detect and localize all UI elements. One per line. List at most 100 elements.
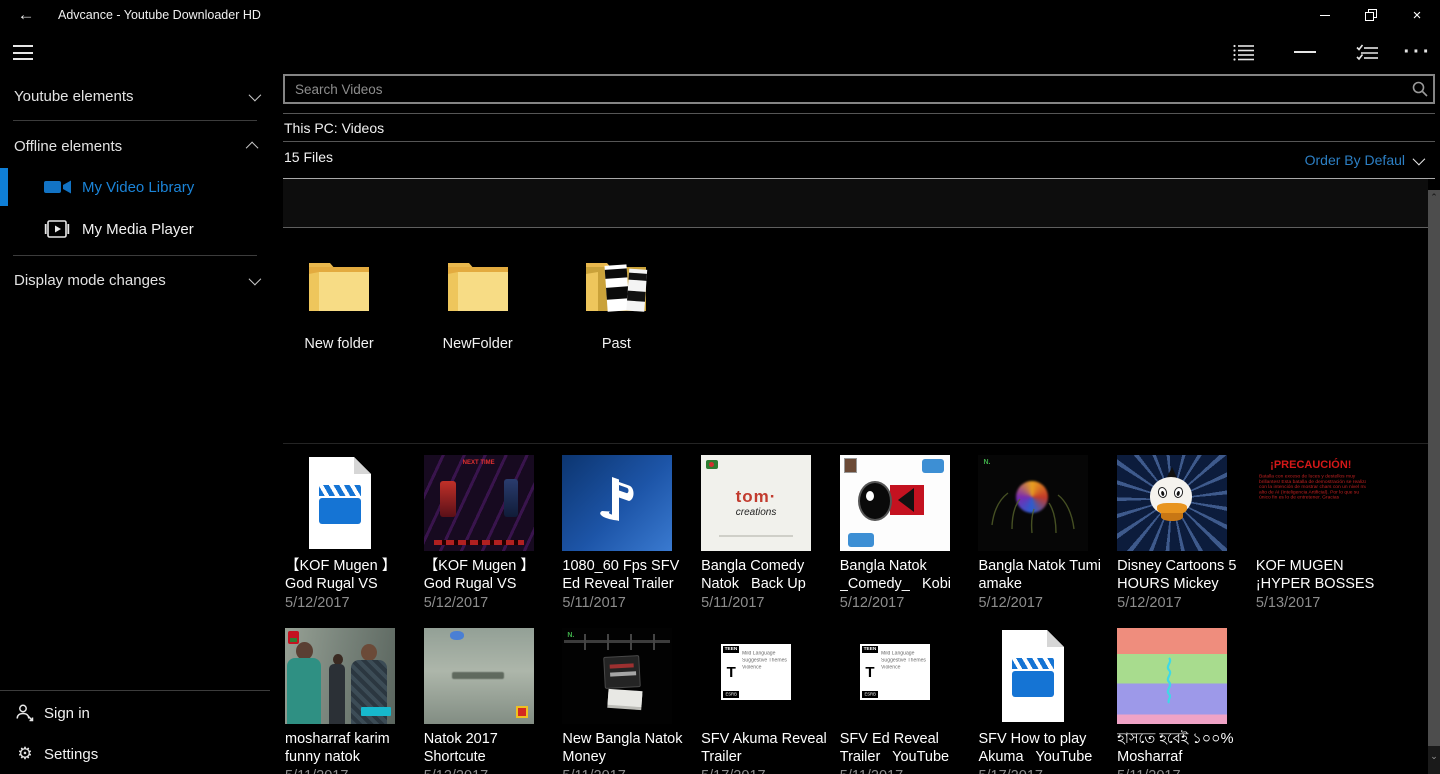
settings-label: Settings [44, 745, 99, 763]
chevron-down-icon [1412, 152, 1426, 165]
shape [439, 481, 456, 517]
order-by-dropdown[interactable]: Order By Defaul [1304, 152, 1426, 168]
video-thumbnail [562, 455, 673, 551]
video-date: 5/11/2017 [562, 768, 701, 774]
vertical-scrollbar[interactable]: ⌃ ⌄ [1428, 190, 1440, 774]
video-item[interactable]: হাসতে হবেই ১০০% Mosharraf 5/11/2017 [1117, 628, 1256, 774]
video-thumbnail [839, 455, 950, 551]
esrb-rating-card: TEEN T ESRB Mild Language Suggestive The… [721, 644, 792, 700]
video-thumbnail: N. [978, 455, 1089, 551]
close-icon: × [1412, 6, 1422, 24]
video-thumbnail [1117, 455, 1228, 551]
shape [843, 458, 857, 473]
section-offline-elements[interactable]: Offline elements [14, 136, 259, 156]
folder-name: New folder [304, 336, 374, 352]
list-view-button[interactable] [1226, 40, 1262, 64]
video-item[interactable]: mosharraf karim funny natok 5/11/2017 [285, 628, 424, 774]
video-date: 5/12/2017 [1117, 595, 1182, 611]
video-item[interactable]: Bangla Natok _Comedy_ Kobi 5/12/2017 [839, 455, 979, 611]
esrb-rating-label: TEEN [724, 646, 738, 652]
folder-item[interactable]: Past [562, 243, 701, 352]
video-item[interactable]: TEEN T ESRB Mild Language Suggestive The… [839, 628, 979, 774]
video-thumbnail [285, 628, 395, 724]
hamburger-menu-button[interactable] [13, 45, 33, 60]
folder-name: Past [601, 336, 631, 352]
caption-buttons: × [1302, 0, 1440, 30]
dash-button[interactable] [1287, 40, 1323, 64]
section-label: Youtube elements [14, 87, 134, 105]
shape [607, 634, 610, 650]
video-item[interactable]: 【KOF Mugen 】 God Rugal VS 5/12/2017 [285, 455, 424, 611]
multi-select-button[interactable] [1349, 40, 1385, 64]
video-item[interactable]: N. New Bangla Natok Money 5/11/2017 [562, 628, 701, 774]
video-thumbnail: TEEN T ESRB Mild Language Suggestive The… [839, 628, 950, 724]
thumb-logo-text: creations [735, 507, 777, 518]
minimize-button[interactable] [1302, 0, 1348, 30]
video-item[interactable]: 1080_60 Fps SFV Ed Reveal Trailer 5/11/2… [562, 455, 701, 611]
video-thumbnail [1117, 628, 1228, 724]
titlebar: ← Advcance - Youtube Downloader HD × [0, 0, 1440, 30]
scroll-down-icon[interactable]: ⌄ [1429, 750, 1439, 762]
scrollbar-thumb[interactable] [1428, 190, 1440, 746]
esrb-descriptor: Violence [881, 665, 901, 671]
video-thumbnail: tom· creations [701, 455, 812, 551]
video-item[interactable]: NEXT TIME 【KOF Mugen 】 God Rugal VS 5/12… [423, 455, 563, 611]
sidebar-item-label: My Video Library [82, 178, 195, 196]
scroll-up-icon[interactable]: ⌃ [1429, 191, 1439, 203]
restore-button[interactable] [1348, 0, 1394, 30]
divider [283, 113, 1435, 114]
video-item[interactable]: Disney Cartoons 5 HOURS Mickey 5/12/2017 [1117, 455, 1256, 611]
video-title: 1080_60 Fps SFV Ed Reveal Trailer [562, 558, 684, 592]
navigation-pane: Youtube elements Offline elements My Vid… [0, 74, 270, 774]
video-item[interactable]: tom· creations Bangla Comedy Natok Back … [701, 455, 840, 611]
divider [13, 120, 257, 121]
video-date: 5/17/2017 [978, 768, 1117, 774]
video-file-icon [285, 455, 395, 551]
hanging-calendar [603, 655, 642, 689]
esrb-rating-label: TEEN [863, 646, 877, 652]
esrb-letter: T [723, 653, 740, 691]
video-item[interactable]: TEEN T ESRB Mild Language Suggestive The… [701, 628, 840, 774]
video-date: 5/11/2017 [285, 768, 424, 774]
video-thumbnail: TEEN T ESRB Mild Language Suggestive The… [701, 628, 812, 724]
folder-item[interactable]: NewFolder [424, 243, 563, 352]
video-item[interactable]: SFV How to play Akuma YouTube 5/17/2017 [978, 628, 1117, 774]
folder-icon-with-content [562, 243, 670, 333]
shape [309, 457, 371, 549]
video-title: Natok 2017 Shortcute [423, 731, 502, 765]
video-file-icon [978, 628, 1088, 724]
sign-in-label: Sign in [44, 704, 90, 722]
section-youtube-elements[interactable]: Youtube elements [14, 86, 262, 106]
sidebar-item-my-video-library[interactable]: My Video Library [0, 168, 270, 206]
shape [630, 634, 633, 650]
divider [13, 255, 257, 256]
video-item[interactable]: N. Bangla Natok Tumi amake 5/12/2017 [978, 455, 1117, 611]
media-player-icon [44, 219, 72, 239]
back-button[interactable]: ← [8, 0, 44, 30]
section-display-mode[interactable]: Display mode changes [14, 270, 262, 290]
settings-button[interactable]: ⚙ Settings [0, 737, 270, 771]
order-by-label: Order By Defaul [1304, 152, 1405, 168]
video-thumbnail: ¡PRECAUCIÓN! Batalla con exceso de luces… [1255, 455, 1366, 551]
video-item[interactable]: Natok 2017 Shortcute 5/12/2017 [423, 628, 563, 774]
chevron-up-icon [245, 141, 259, 154]
video-title: SFV Ed Reveal Trailer YouTube [839, 731, 950, 765]
video-item[interactable]: ¡PRECAUCIÓN! Batalla con exceso de luces… [1255, 455, 1395, 611]
person-icon [15, 703, 35, 723]
sign-in-button[interactable]: Sign in [0, 696, 270, 730]
shape [1002, 630, 1065, 722]
video-title: Bangla Natok Tumi amake [978, 558, 1105, 592]
folder-item[interactable]: New folder [285, 243, 424, 352]
shape [653, 634, 656, 650]
more-button[interactable]: ··· [1400, 40, 1436, 64]
sidebar-item-my-media-player[interactable]: My Media Player [0, 210, 270, 248]
list-view-icon [1233, 44, 1254, 61]
video-thumbnail [423, 628, 534, 724]
esrb-descriptor: Suggestive Themes [881, 658, 927, 664]
close-button[interactable]: × [1394, 0, 1440, 30]
search-input[interactable] [283, 74, 1435, 104]
video-date: 5/11/2017 [701, 595, 765, 611]
video-title: New Bangla Natok Money [562, 731, 695, 765]
shape [515, 706, 528, 718]
clapperboard-shape [319, 485, 361, 524]
